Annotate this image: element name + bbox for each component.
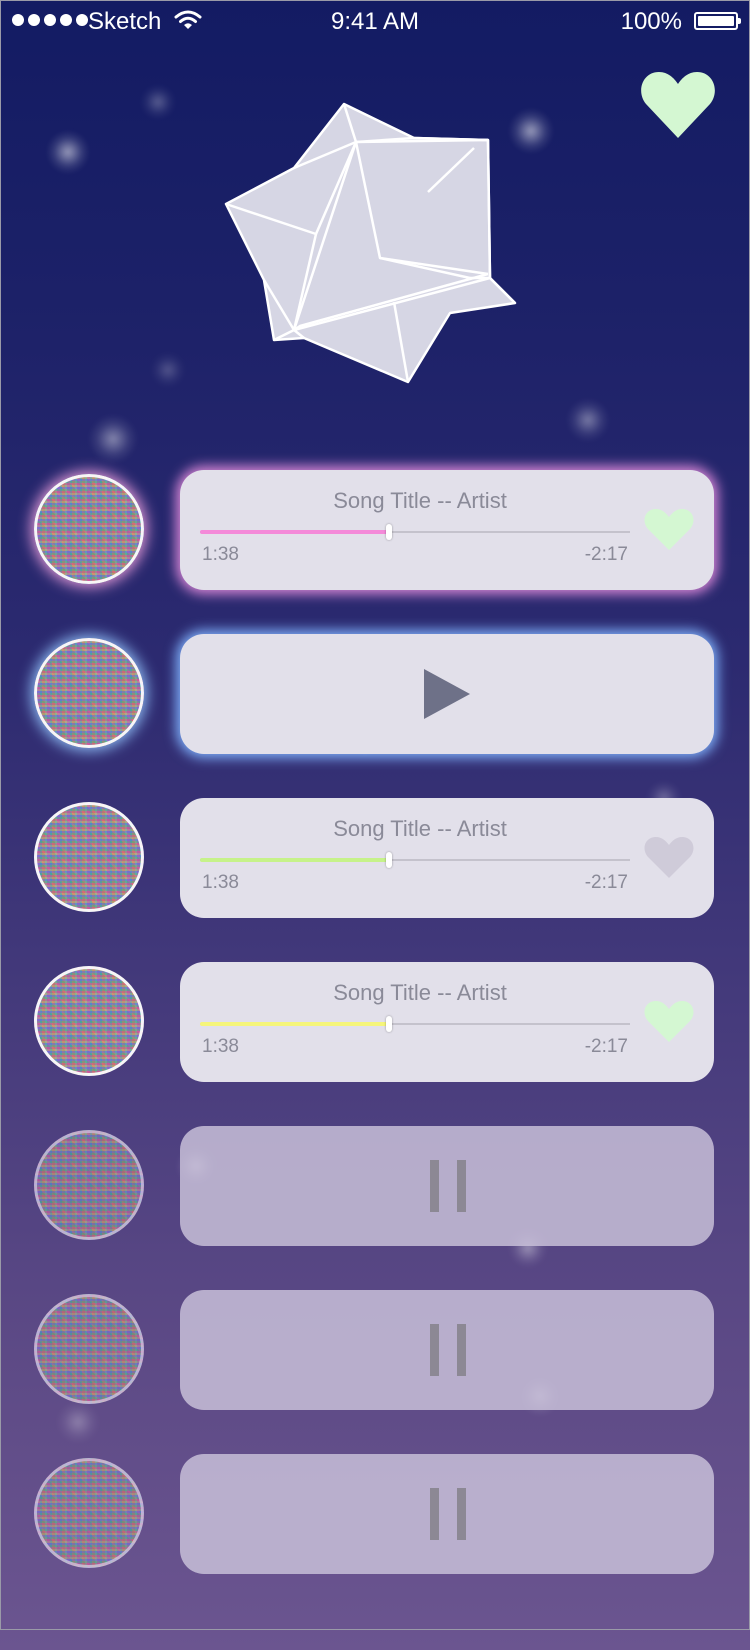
scrubber-knob[interactable] [386, 1016, 393, 1032]
pause-icon[interactable] [430, 1324, 466, 1376]
track-card[interactable]: Song Title -- Artist 1:38 -2:17 [180, 470, 714, 590]
track-row: Song Title -- Artist 1:38 -2:17 [0, 470, 750, 590]
song-title: Song Title -- Artist [333, 980, 507, 1005]
pause-icon[interactable] [430, 1488, 466, 1540]
status-bar: Sketch 9:41 AM 100% [0, 0, 750, 44]
remaining-time: -2:17 [584, 872, 628, 893]
elapsed-time: 1:38 [202, 872, 239, 893]
song-title: Song Title -- Artist [333, 488, 507, 513]
song-title: Song Title -- Artist [333, 816, 507, 841]
unfavorited-heart-icon[interactable] [644, 836, 694, 880]
battery-percentage: 100% [620, 8, 682, 35]
progress-fill [200, 530, 390, 534]
play-icon[interactable] [424, 669, 470, 719]
favorite-heart-icon[interactable] [644, 508, 694, 552]
scrubber-knob[interactable] [386, 852, 393, 868]
origami-star-icon [224, 102, 517, 384]
album-art-thumbnail[interactable] [34, 1294, 144, 1404]
album-art-thumbnail[interactable] [34, 1458, 144, 1568]
track-card[interactable]: Song Title -- Artist 1:38 -2:17 [180, 962, 714, 1082]
remaining-time: -2:17 [584, 1036, 628, 1057]
bokeh-light [566, 398, 610, 442]
bokeh-light [150, 352, 186, 388]
favorite-heart-icon[interactable] [644, 1000, 694, 1044]
progress-fill [200, 1022, 390, 1026]
track-card[interactable] [180, 1126, 714, 1246]
bokeh-light [88, 414, 138, 464]
bokeh-light [140, 84, 176, 120]
track-card[interactable] [180, 634, 714, 754]
album-art-thumbnail[interactable] [34, 802, 144, 912]
elapsed-time: 1:38 [202, 544, 239, 565]
bokeh-light [46, 130, 90, 174]
scrubber-knob[interactable] [386, 524, 393, 540]
progress-fill [200, 858, 390, 862]
track-row [0, 634, 750, 754]
track-card[interactable]: Song Title -- Artist 1:38 -2:17 [180, 798, 714, 918]
music-app-screen: Sketch 9:41 AM 100% Song Title -- Artist… [0, 0, 750, 1650]
track-card[interactable] [180, 1454, 714, 1574]
track-card[interactable] [180, 1290, 714, 1410]
elapsed-time: 1:38 [202, 1036, 239, 1057]
favorites-heart-icon[interactable] [640, 70, 716, 140]
album-art-thumbnail[interactable] [34, 966, 144, 1076]
pause-icon[interactable] [430, 1160, 466, 1212]
progress-track[interactable] [200, 524, 630, 540]
remaining-time: -2:17 [584, 544, 628, 565]
progress-track[interactable] [200, 1016, 630, 1032]
track-row [0, 1454, 750, 1574]
album-art-thumbnail[interactable] [34, 474, 144, 584]
battery-icon [694, 12, 741, 30]
album-art-thumbnail[interactable] [34, 638, 144, 748]
track-row [0, 1290, 750, 1410]
album-art-thumbnail[interactable] [34, 1130, 144, 1240]
track-row: Song Title -- Artist 1:38 -2:17 [0, 798, 750, 918]
track-row [0, 1126, 750, 1246]
progress-track[interactable] [200, 852, 630, 868]
track-row: Song Title -- Artist 1:38 -2:17 [0, 962, 750, 1082]
